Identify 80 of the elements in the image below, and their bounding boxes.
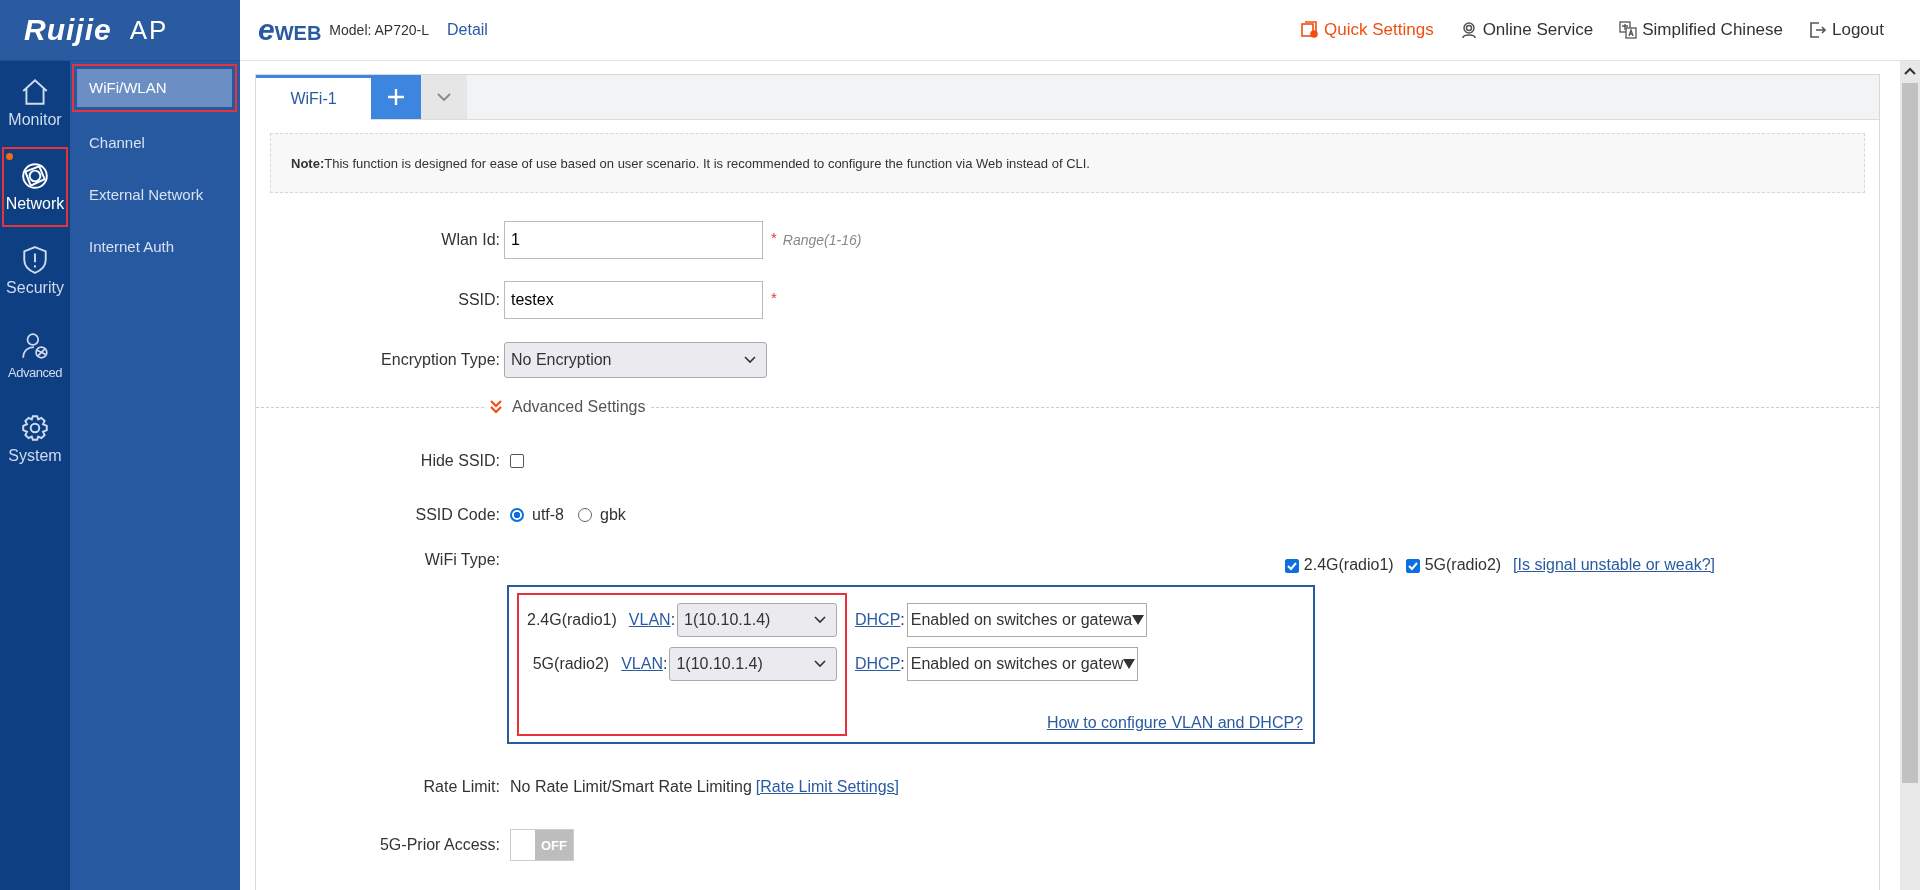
- triangle-down-icon: [1132, 615, 1145, 625]
- triangle-down-icon: [1123, 659, 1136, 669]
- separator: :: [670, 611, 676, 629]
- field-label: Hide SSID:: [419, 452, 501, 470]
- chevron-down-icon: [744, 356, 756, 364]
- chevron-down-icon: [814, 660, 826, 668]
- submenu-item[interactable]: External Network: [70, 169, 232, 221]
- input-field[interactable]: testex: [504, 281, 763, 319]
- separator: :: [900, 611, 905, 629]
- radio-name: 2.4G(radio1): [527, 611, 617, 629]
- field-label: Encryption Type:: [380, 351, 501, 369]
- vlan-select[interactable]: 1(10.10.1.4): [677, 603, 837, 637]
- field-label: SSID Code:: [414, 506, 501, 524]
- nav-rail-item[interactable]: Security: [0, 229, 70, 313]
- tab[interactable]: WiFi-1: [256, 75, 371, 120]
- radio-label: gbk: [600, 506, 626, 524]
- vlan-help-link[interactable]: How to configure VLAN and DHCP?: [1046, 714, 1303, 732]
- globe-icon: [20, 161, 50, 191]
- rate-limit-link[interactable]: [Rate Limit Settings]: [755, 778, 900, 796]
- logout-icon: [1809, 21, 1827, 39]
- required-mark: *: [771, 229, 777, 246]
- advanced-settings-toggle[interactable]: Advanced Settings: [484, 398, 652, 416]
- home-icon: [20, 77, 50, 107]
- chevron-up-icon: [1904, 67, 1916, 75]
- field-label: Wlan Id:: [440, 231, 501, 249]
- checkbox[interactable]: [1405, 559, 1420, 573]
- user-globe-icon: [20, 330, 50, 361]
- range-hint: Range(1-16): [782, 232, 862, 248]
- scrollbar[interactable]: [1900, 61, 1920, 890]
- required-mark: *: [771, 289, 777, 306]
- shield-icon: [20, 245, 50, 275]
- add-button[interactable]: [371, 75, 421, 119]
- signal-help-link[interactable]: [Is signal unstable or weak?]: [1513, 556, 1715, 574]
- model-label: Model: AP720-L: [329, 22, 429, 38]
- vlan-link[interactable]: VLAN: [628, 611, 671, 629]
- brand-logo: Ruijie: [24, 13, 112, 47]
- checkbox-label: 2.4G(radio1): [1303, 556, 1394, 574]
- nav-rail-item[interactable]: Monitor: [0, 61, 70, 145]
- dhcp-select[interactable]: Enabled on switches or gatew: [906, 647, 1139, 681]
- checkbox-label: 5G(radio2): [1424, 556, 1502, 574]
- vlan-link[interactable]: VLAN: [621, 655, 663, 673]
- nav-rail-item[interactable]: Advanced: [0, 313, 70, 397]
- dhcp-select[interactable]: Enabled on switches or gatewa: [906, 603, 1148, 637]
- chevron-down-icon: [814, 616, 826, 624]
- submenu-item[interactable]: Internet Auth: [70, 221, 232, 273]
- dhcp-link[interactable]: DHCP: [855, 655, 901, 673]
- separator: :: [663, 655, 668, 673]
- field-label: SSID:: [457, 291, 501, 309]
- header-link[interactable]: Logout: [1809, 20, 1884, 40]
- checkbox[interactable]: [1284, 559, 1299, 573]
- radio-name: 5G(radio2): [531, 655, 610, 673]
- field-label: WiFi Type:: [423, 551, 501, 569]
- plus-icon: [386, 87, 406, 107]
- headset-icon: [1459, 21, 1478, 39]
- dhcp-link[interactable]: DHCP: [855, 611, 901, 629]
- rate-limit-value: No Rate Limit/Smart Rate Limiting: [510, 778, 752, 796]
- header-link[interactable]: Online Service: [1459, 20, 1594, 40]
- header-link[interactable]: Quick Settings: [1301, 20, 1434, 40]
- settings-icon: [20, 413, 50, 443]
- nav-rail-item[interactable]: Network: [0, 145, 70, 229]
- product-name: AP: [129, 14, 169, 46]
- input-field[interactable]: 1: [504, 221, 763, 259]
- checkbox[interactable]: [510, 454, 524, 468]
- detail-link[interactable]: Detail: [447, 21, 488, 39]
- double-chevron-icon: [490, 400, 502, 414]
- nav-rail-item[interactable]: System: [0, 397, 70, 481]
- radio-label: utf-8: [532, 506, 564, 524]
- select-field[interactable]: No Encryption: [504, 342, 767, 378]
- quick-settings-icon: [1301, 21, 1320, 39]
- eweb-logo: eWEB: [258, 13, 322, 47]
- vlan-select[interactable]: 1(10.10.1.4): [669, 647, 837, 681]
- submenu-item[interactable]: Channel: [70, 117, 232, 169]
- translate-icon: [1619, 21, 1638, 39]
- field-label: 5G-Prior Access:: [378, 836, 501, 854]
- chevron-down-icon: [437, 92, 451, 102]
- radio-button[interactable]: [510, 508, 524, 522]
- header-link[interactable]: Simplified Chinese: [1619, 20, 1783, 40]
- field-label: Rate Limit:: [422, 778, 501, 796]
- separator: :: [900, 655, 905, 673]
- note-text: Note:This function is designed for ease of use based on user scenario. It is recommended to configure the function via Web instead of CLI.: [291, 155, 1090, 171]
